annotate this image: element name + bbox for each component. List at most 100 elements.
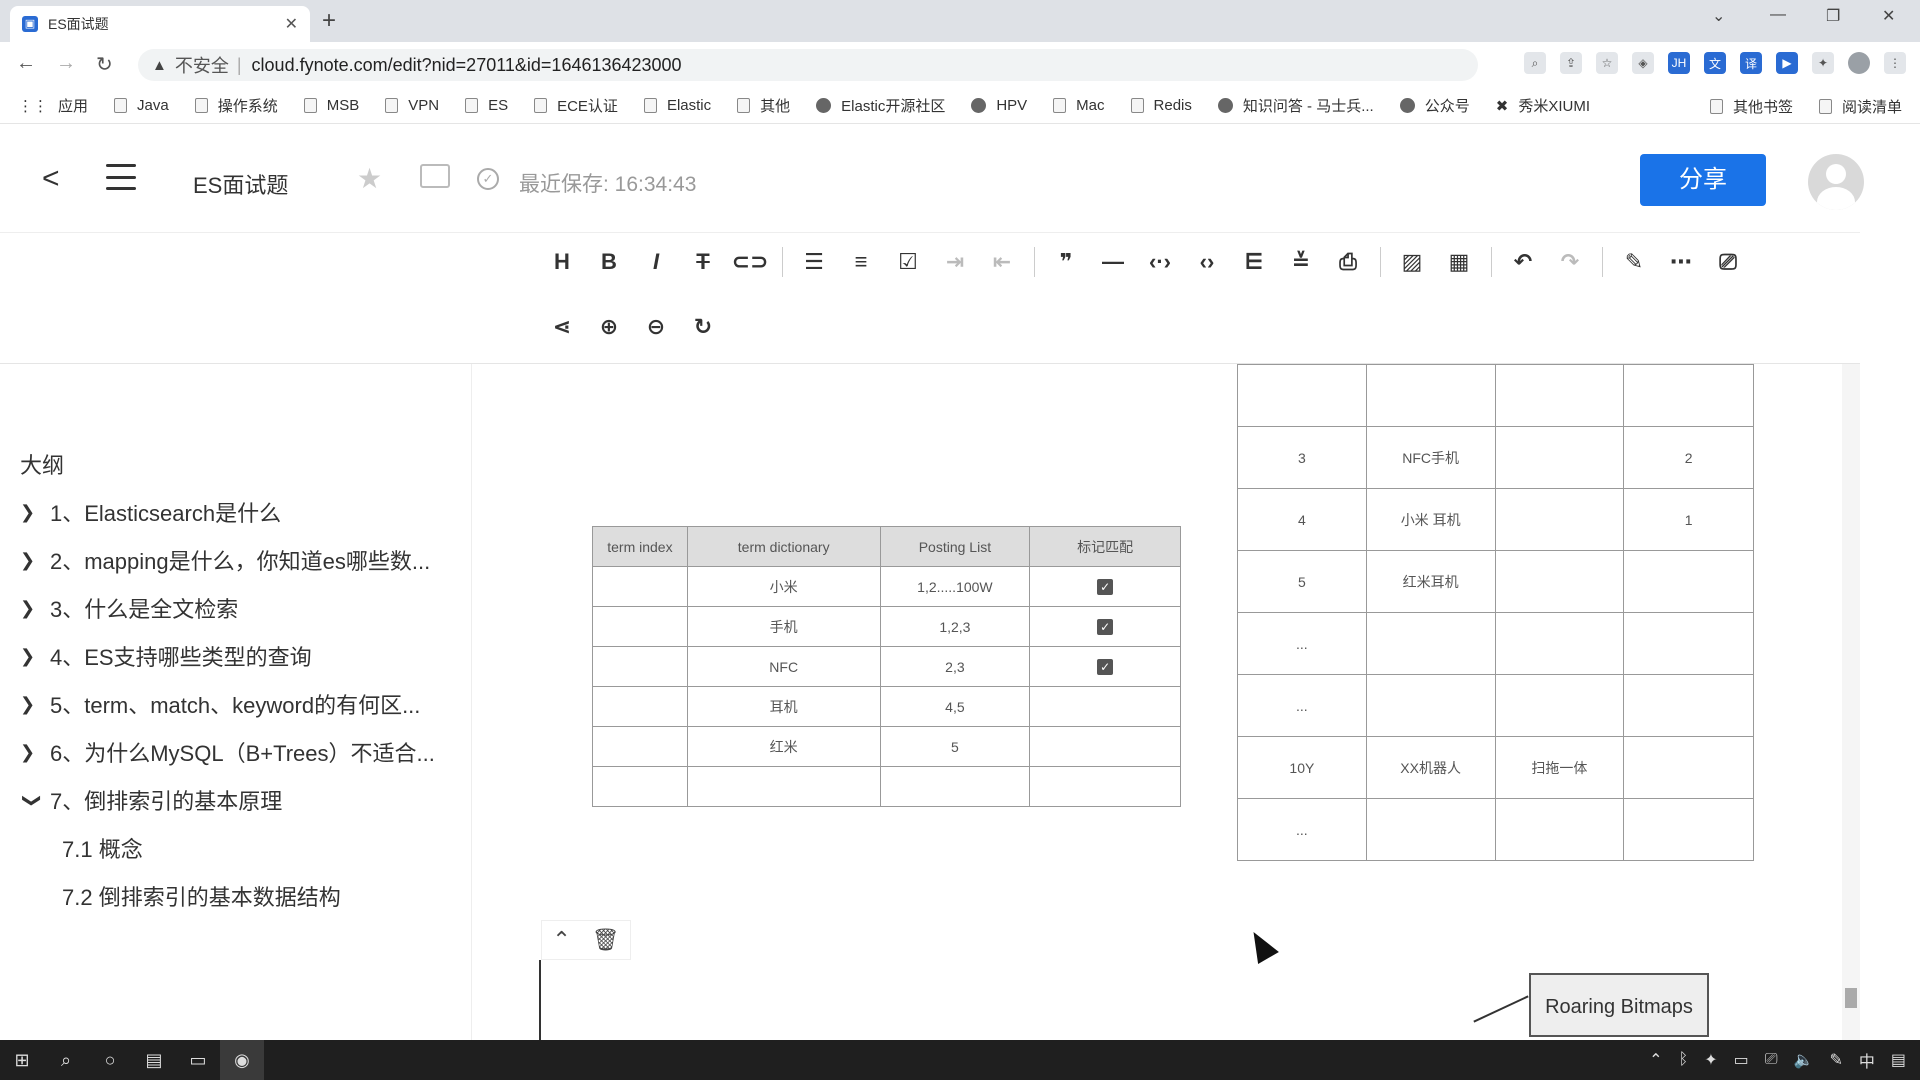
close-window-icon[interactable]: ✕ <box>1882 6 1895 26</box>
notification-icon[interactable]: ▤ <box>1891 1050 1906 1070</box>
extension-jh-icon[interactable]: JH <box>1668 52 1690 74</box>
file-explorer-icon[interactable]: ▭ <box>176 1040 220 1080</box>
bookmark-item[interactable]: ✖ 秀米XIUMI <box>1496 95 1590 116</box>
bookmark-item[interactable]: Redis <box>1130 97 1192 114</box>
app-icon[interactable]: ▤ <box>132 1040 176 1080</box>
extension-video-icon[interactable]: ▶ <box>1776 52 1798 74</box>
bookmark-item[interactable]: 知识问答 - 马士兵... <box>1217 95 1374 116</box>
image-icon[interactable]: ▨ <box>1395 245 1429 279</box>
extension-translate2-icon[interactable]: 译 <box>1740 52 1762 74</box>
search-icon[interactable]: ⌕ <box>44 1040 88 1080</box>
attachment-icon[interactable]: ⎙ <box>1331 245 1365 279</box>
extensions-puzzle-icon[interactable]: ✦ <box>1812 52 1834 74</box>
scrollbar[interactable] <box>1842 364 1860 1040</box>
code-block-icon[interactable]: ‹› <box>1190 245 1224 279</box>
minimize-icon[interactable]: — <box>1770 6 1786 24</box>
text-align-icon[interactable]: ⋿ <box>1237 245 1271 279</box>
share-page-icon[interactable]: ⇪ <box>1560 52 1582 74</box>
outline-item[interactable]: ❯ 4、ES支持哪些类型的查询 <box>20 640 312 672</box>
browser-icon[interactable]: ◉ <box>220 1040 264 1080</box>
profile-icon[interactable] <box>1848 52 1870 74</box>
bookmark-star-icon[interactable]: ☆ <box>1596 52 1618 74</box>
trash-icon[interactable]: 🗑 <box>592 927 620 953</box>
heading-icon[interactable]: H <box>545 245 579 279</box>
battery-icon[interactable]: ▭ <box>1734 1050 1749 1070</box>
chevron-right-icon[interactable]: ❯ <box>20 598 44 619</box>
roaring-bitmaps-node[interactable]: Roaring Bitmaps <box>1529 973 1709 1037</box>
chevron-right-icon[interactable]: ❯ <box>20 502 44 523</box>
extension-a-icon[interactable]: ◈ <box>1632 52 1654 74</box>
volume-icon[interactable]: 🔈 <box>1794 1050 1814 1070</box>
bookmark-item[interactable]: 其他 <box>737 95 790 116</box>
back-icon[interactable]: ← <box>16 52 36 75</box>
strikethrough-icon[interactable]: T <box>686 245 720 279</box>
outline-subitem[interactable]: 7.2 倒排索引的基本数据结构 <box>62 880 341 912</box>
outline-subitem[interactable]: 7.1 概念 <box>62 832 143 864</box>
windows-start-icon[interactable]: ⊞ <box>0 1040 44 1080</box>
network-icon[interactable]: ⎚ <box>1765 1051 1778 1069</box>
chevron-down-icon[interactable]: ❯ <box>22 788 43 812</box>
table-icon[interactable]: ▦ <box>1442 245 1476 279</box>
restore-icon[interactable]: ❐ <box>1826 6 1840 26</box>
zoom-in-icon[interactable]: ⊕ <box>592 310 626 344</box>
chevron-right-icon[interactable]: ❯ <box>20 646 44 667</box>
undo-icon[interactable]: ↶ <box>1506 245 1540 279</box>
share-button[interactable]: 分享 <box>1640 154 1766 206</box>
bookmark-item[interactable]: VPN <box>385 97 439 114</box>
bookmark-item[interactable]: 公众号 <box>1399 95 1470 116</box>
bold-icon[interactable]: B <box>592 245 626 279</box>
bookmark-item[interactable]: ECE认证 <box>534 95 618 116</box>
avatar[interactable] <box>1808 154 1864 210</box>
bookmark-item[interactable]: Elastic开源社区 <box>816 95 945 116</box>
inline-code-icon[interactable]: ‹·› <box>1143 245 1177 279</box>
outline-item[interactable]: ❯ 2、mapping是什么，你知道es哪些数... <box>20 544 430 576</box>
italic-icon[interactable]: I <box>639 245 673 279</box>
indent-icon[interactable]: ⇥ <box>938 245 972 279</box>
outline-item[interactable]: ❯ 7、倒排索引的基本原理 <box>20 784 283 816</box>
tray-app-icon[interactable]: ✦ <box>1704 1050 1717 1070</box>
zoom-icon[interactable]: ⌕ <box>1524 52 1546 74</box>
tray-expand-icon[interactable]: ⌃ <box>1649 1050 1662 1070</box>
bookmark-item[interactable]: HPV <box>971 97 1027 114</box>
mindmap-canvas[interactable]: term index term dictionary Posting List … <box>473 364 1863 1040</box>
reload-icon[interactable]: ↻ <box>96 52 113 77</box>
translate-icon[interactable]: 文 <box>1704 52 1726 74</box>
checklist-icon[interactable]: ☑ <box>891 245 925 279</box>
text-format-icon[interactable]: ≚ <box>1284 245 1318 279</box>
redo-icon[interactable]: ↷ <box>1553 245 1587 279</box>
bookmark-item[interactable]: Mac <box>1053 97 1105 114</box>
horizontal-rule-icon[interactable]: — <box>1096 245 1130 279</box>
outline-item[interactable]: ❯ 1、Elasticsearch是什么 <box>20 496 281 528</box>
numbered-list-icon[interactable]: ≡ <box>844 245 878 279</box>
chevron-right-icon[interactable]: ❯ <box>20 550 44 571</box>
chevron-up-icon[interactable]: ⌃ <box>552 927 570 953</box>
url-input[interactable]: ▲ 不安全 | cloud.fynote.com/edit?nid=27011&… <box>138 49 1478 81</box>
bookmark-apps[interactable]: ⋮⋮ 应用 <box>18 95 88 116</box>
outline-item[interactable]: ❯ 3、什么是全文检索 <box>20 592 238 624</box>
share-nodes-icon[interactable]: ⋖ <box>545 310 579 344</box>
bullet-list-icon[interactable]: ☰ <box>797 245 831 279</box>
outline-item[interactable]: ❯ 6、为什么MySQL（B+Trees）不适合... <box>20 736 435 768</box>
new-tab-button[interactable]: + <box>322 8 336 34</box>
ppt-icon[interactable]: ⎚ <box>1711 245 1745 279</box>
forward-icon[interactable]: → <box>56 52 76 75</box>
tab-search-icon[interactable]: ⌄ <box>1712 6 1725 26</box>
doc-title[interactable]: ES面试题 <box>193 168 288 200</box>
pen-icon[interactable]: ✎ <box>1617 245 1651 279</box>
outdent-icon[interactable]: ⇤ <box>985 245 1019 279</box>
bookmark-item[interactable]: Java <box>114 97 169 114</box>
bookmark-item[interactable]: Elastic <box>643 97 711 114</box>
input-method-icon[interactable]: 中 <box>1859 1048 1875 1072</box>
outline-item[interactable]: ❯ 5、term、match、keyword的有何区... <box>20 688 420 720</box>
browser-tab[interactable]: ▣ ES面试题 ✕ <box>10 6 310 42</box>
move-folder-icon[interactable] <box>420 164 450 188</box>
scrollbar-thumb[interactable] <box>1845 988 1857 1008</box>
bluetooth-icon[interactable]: ᛒ <box>1679 1051 1689 1069</box>
bookmark-item[interactable]: 操作系统 <box>194 95 278 116</box>
hamburger-menu-icon[interactable] <box>106 164 136 190</box>
bookmark-item[interactable]: ES <box>465 97 508 114</box>
link-icon[interactable]: ⊂⊃ <box>732 245 769 279</box>
browser-menu-icon[interactable]: ⋮ <box>1884 52 1906 74</box>
bookmark-item[interactable]: MSB <box>303 97 359 114</box>
chevron-right-icon[interactable]: ❯ <box>20 694 44 715</box>
